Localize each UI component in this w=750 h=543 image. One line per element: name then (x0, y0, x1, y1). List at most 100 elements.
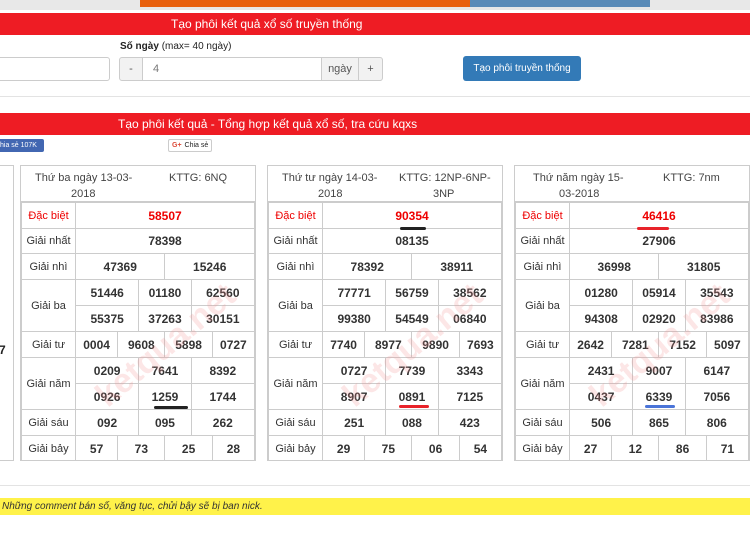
table-row: Giải nhì 47369 15246 (21, 253, 255, 280)
top-banner (0, 0, 750, 10)
prize-label: Giải ba (21, 279, 76, 332)
prize-number: 6147 (684, 357, 749, 384)
prize-number: 3343 (437, 357, 502, 384)
prize-number: 58507 (75, 202, 255, 229)
kttg: 3NP (433, 188, 455, 200)
prize-number: 36998 (568, 253, 660, 280)
draw-date: Thứ năm ngày 15- (533, 172, 624, 184)
prize-number: 46416 (569, 202, 749, 229)
draw-date: Thứ tư ngày 14-03- (282, 172, 378, 184)
prize-number: 9890 (411, 331, 460, 358)
date-input[interactable] (0, 57, 110, 81)
prize-number: 05914 (632, 279, 686, 306)
table-row: Đặc biệt 90354 (268, 202, 502, 229)
table-row: Đặc biệt 58507 (21, 202, 255, 229)
prize-number: 12 (611, 435, 660, 460)
prize-table: Đặc biệt 58507 Giải nhất 78398 Giải nhì 47369… (21, 202, 255, 460)
draw-date: 2018 (71, 188, 96, 200)
facebook-share-button[interactable]: hia sẻ 107K (0, 139, 44, 152)
prize-number: 73 (117, 435, 166, 460)
prize-number: 86 (658, 435, 707, 460)
prize-number: 57 (74, 435, 119, 460)
prize-number: 7693 (458, 331, 502, 358)
table-row: Giải ba 01280 05914 35543 (515, 279, 749, 332)
table-row: Giải ba 77771 56759 38562 (268, 279, 502, 332)
highlight-underline (400, 227, 426, 230)
prize-number: 29 (321, 435, 366, 460)
prize-label: Giải bảy (515, 435, 570, 460)
table-row: Giải nhất 27906 (515, 228, 749, 254)
prize-number: 78398 (75, 228, 255, 254)
days-stepper: - 4 ngày + (119, 57, 383, 81)
draw-date: 2018 (318, 188, 343, 200)
prize-number: 806 (684, 409, 749, 436)
divider (0, 485, 750, 486)
table-row: Giải bảy 27 12 86 71 (515, 435, 749, 460)
fourth-prize-tail: 7 (0, 343, 6, 357)
prize-number: 37263 (138, 305, 192, 332)
summary-title: Tạo phôi kết quả - Tổng hợp kết quả xổ s… (118, 117, 418, 131)
prize-number: 27 (568, 435, 613, 460)
prize-label: Giải sáu (268, 409, 323, 436)
prize-number: 0209 (74, 357, 140, 384)
prize-number: 99380 (321, 305, 387, 332)
prize-number: 506 (568, 409, 634, 436)
prize-number: 8977 (364, 331, 413, 358)
days-unit: ngày (321, 57, 359, 81)
table-row: Giải năm 0727 7739 3343 (268, 357, 502, 410)
plus-button[interactable]: + (359, 57, 383, 81)
prize-number: 47369 (74, 253, 166, 280)
table-row: Giải nhì 36998 31805 (515, 253, 749, 280)
prize-table: Đặc biệt 90354 Giải nhất 08135 Giải nhì 78392… (268, 202, 502, 460)
prize-number: 78392 (321, 253, 413, 280)
prize-label: Đặc biệt (515, 202, 570, 229)
prize-number: 251 (321, 409, 387, 436)
prize-number: 7740 (321, 331, 366, 358)
notice-banner: Những comment bán số, văng tục, chửi bậy… (0, 498, 750, 515)
prize-number: 9007 (632, 357, 686, 384)
prize-number: 9608 (117, 331, 166, 358)
prize-number: 0727 (321, 357, 387, 384)
prize-number: 865 (632, 409, 686, 436)
prize-number: 71 (705, 435, 749, 460)
kttg: KTTG: 6NQ (169, 172, 228, 184)
table-row: Giải bảy 57 73 25 28 (21, 435, 255, 460)
table-row: Giải sáu 251 088 423 (268, 409, 502, 436)
table-row: Giải tư 7740 8977 9890 7693 (268, 331, 502, 358)
prize-number: 30151 (190, 305, 255, 332)
panel-header: Thứ ba ngày 13-03- 2018 KTTG: 6NQ (21, 166, 255, 202)
prize-label: Giải nhất (21, 228, 76, 254)
table-row: Giải nhất 08135 (268, 228, 502, 254)
kttg: KTTG: 7nm (663, 172, 720, 184)
prize-number: 8907 (321, 383, 387, 410)
prize-number: 51446 (74, 279, 140, 306)
google-share-button[interactable]: G+ Chia sẻ (168, 139, 212, 152)
kttg: KTTG: 12NP-6NP- (399, 172, 491, 184)
prize-number: 0926 (74, 383, 140, 410)
minus-button[interactable]: - (119, 57, 143, 81)
prize-label: Giải năm (515, 357, 570, 410)
prize-label: Giải nhì (268, 253, 323, 280)
table-row: Giải nhì 78392 38911 (268, 253, 502, 280)
table-row: Giải tư 2642 7281 7152 5097 (515, 331, 749, 358)
result-panel: Thứ tư ngày 14-03- 2018 KTTG: 12NP-6NP- 3NP… (267, 165, 503, 461)
prize-number: 7056 (684, 383, 749, 410)
prize-label: Giải tư (515, 331, 570, 358)
panel-header: Thứ tư ngày 14-03- 2018 KTTG: 12NP-6NP- 3NP (268, 166, 502, 202)
create-traditional-button[interactable]: Tạo phôi truyền thống (463, 56, 581, 81)
table-row: Đặc biệt 46416 (515, 202, 749, 229)
highlight-underline (154, 406, 188, 409)
draw-date: 03-2018 (559, 188, 600, 200)
prize-label: Giải năm (21, 357, 76, 410)
prize-number: 5898 (164, 331, 213, 358)
days-input[interactable]: 4 (143, 57, 321, 81)
prize-number: 423 (437, 409, 502, 436)
prize-label: Giải nhất (268, 228, 323, 254)
banner-strip-blue (470, 0, 650, 7)
days-label: Số ngày (max= 40 ngày) (120, 41, 232, 52)
prize-number: 7641 (138, 357, 192, 384)
prize-number: 31805 (658, 253, 749, 280)
result-panel: Thứ ba ngày 13-03- 2018 KTTG: 6NQ Đặc biệt 5… (20, 165, 256, 461)
prize-number: 54549 (385, 305, 439, 332)
prize-number: 28 (211, 435, 255, 460)
